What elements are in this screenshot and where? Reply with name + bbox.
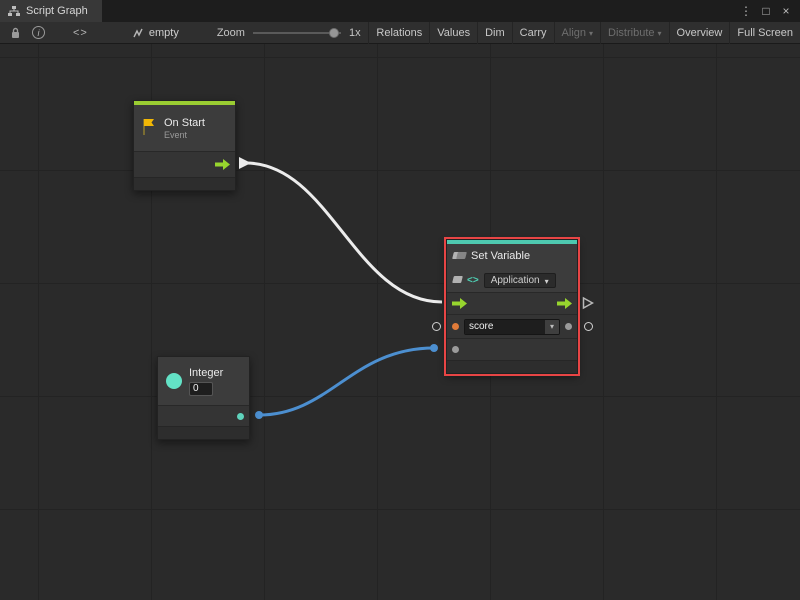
window-controls: ⋮ □ × xyxy=(738,0,800,22)
variable-name-input[interactable] xyxy=(465,320,545,334)
close-icon[interactable]: × xyxy=(778,4,794,18)
zoom-control: Zoom 1x xyxy=(217,27,361,39)
menu-icon[interactable]: ⋮ xyxy=(738,4,754,18)
value-input-port[interactable] xyxy=(452,346,459,353)
overview-button[interactable]: Overview xyxy=(669,22,730,44)
name-input-port[interactable] xyxy=(452,323,459,330)
align-button[interactable]: Align▾ xyxy=(554,22,600,44)
graph-pointer-label: empty xyxy=(149,27,179,39)
node-title: On Start xyxy=(164,117,205,129)
name-input-connector-circle[interactable] xyxy=(432,322,441,331)
flow-out-unconnected-triangle[interactable] xyxy=(582,296,594,310)
info-icon[interactable]: i xyxy=(32,26,45,39)
value-output-connector-circle[interactable] xyxy=(584,322,593,331)
node-footer xyxy=(134,177,235,190)
flow-output-row xyxy=(134,151,235,177)
zoom-label: Zoom xyxy=(217,27,245,39)
toolbar-buttons: Relations Values Dim Carry Align▾ Distri… xyxy=(368,22,800,44)
code-brackets-icon: <> xyxy=(467,275,479,286)
fullscreen-button[interactable]: Full Screen xyxy=(729,22,800,44)
output-port-row xyxy=(158,405,249,426)
flow-input-port[interactable] xyxy=(452,298,467,309)
values-button[interactable]: Values xyxy=(429,22,477,44)
chevron-down-icon: ▾ xyxy=(658,29,662,38)
node-subtitle: Event xyxy=(164,130,205,140)
chevron-down-icon: ▾ xyxy=(545,277,549,286)
distribute-button[interactable]: Distribute▾ xyxy=(600,22,668,44)
relations-button[interactable]: Relations xyxy=(368,22,429,44)
graph-canvas[interactable] xyxy=(0,44,800,600)
node-footer xyxy=(447,360,577,373)
graph-icon xyxy=(8,6,20,17)
integer-value-input[interactable] xyxy=(189,382,213,396)
flow-out-connector-triangle[interactable] xyxy=(238,155,252,171)
tab-script-graph[interactable]: Script Graph xyxy=(0,0,102,22)
integer-type-icon xyxy=(166,373,182,389)
variable-name-dropdown[interactable]: ▾ xyxy=(545,320,559,334)
zoom-value: 1x xyxy=(349,27,361,39)
zoom-slider-knob[interactable] xyxy=(329,28,339,38)
code-toggle-icon[interactable]: <> xyxy=(73,22,88,44)
chevron-down-icon: ▾ xyxy=(589,29,593,38)
node-set-variable[interactable]: Set Variable <> Application ▾ ▾ xyxy=(446,239,578,374)
variables-icon xyxy=(453,250,466,262)
dim-button[interactable]: Dim xyxy=(477,22,512,44)
integer-output-port[interactable] xyxy=(237,413,244,420)
graph-pointer[interactable]: empty xyxy=(132,27,179,39)
title-bar: Script Graph ⋮ □ × xyxy=(0,0,800,22)
node-on-start[interactable]: On Start Event xyxy=(133,100,236,191)
zoom-slider[interactable] xyxy=(253,32,341,34)
flag-icon xyxy=(140,117,158,140)
flow-port-row xyxy=(447,292,577,314)
unit-icon xyxy=(453,274,462,286)
tab-label: Script Graph xyxy=(26,5,88,17)
wire-endpoint-dot[interactable] xyxy=(430,344,438,352)
value-output-port[interactable] xyxy=(565,323,572,330)
node-footer xyxy=(158,426,249,439)
wire-endpoint-dot[interactable] xyxy=(255,411,263,419)
pointer-icon xyxy=(132,27,144,39)
value-port-row xyxy=(447,338,577,360)
node-title: Integer xyxy=(189,367,223,379)
maximize-icon[interactable]: □ xyxy=(758,4,774,18)
carry-button[interactable]: Carry xyxy=(512,22,554,44)
node-integer[interactable]: Integer xyxy=(157,356,250,440)
lock-icon[interactable] xyxy=(6,22,24,44)
graph-toolbar: i <> empty Zoom 1x Relations Values Dim … xyxy=(0,22,800,44)
variable-scope-dropdown[interactable]: Application ▾ xyxy=(484,273,556,288)
flow-output-port[interactable] xyxy=(557,298,572,309)
flow-output-port[interactable] xyxy=(215,159,230,170)
name-port-row: ▾ xyxy=(447,314,577,338)
node-title: Set Variable xyxy=(471,250,530,262)
